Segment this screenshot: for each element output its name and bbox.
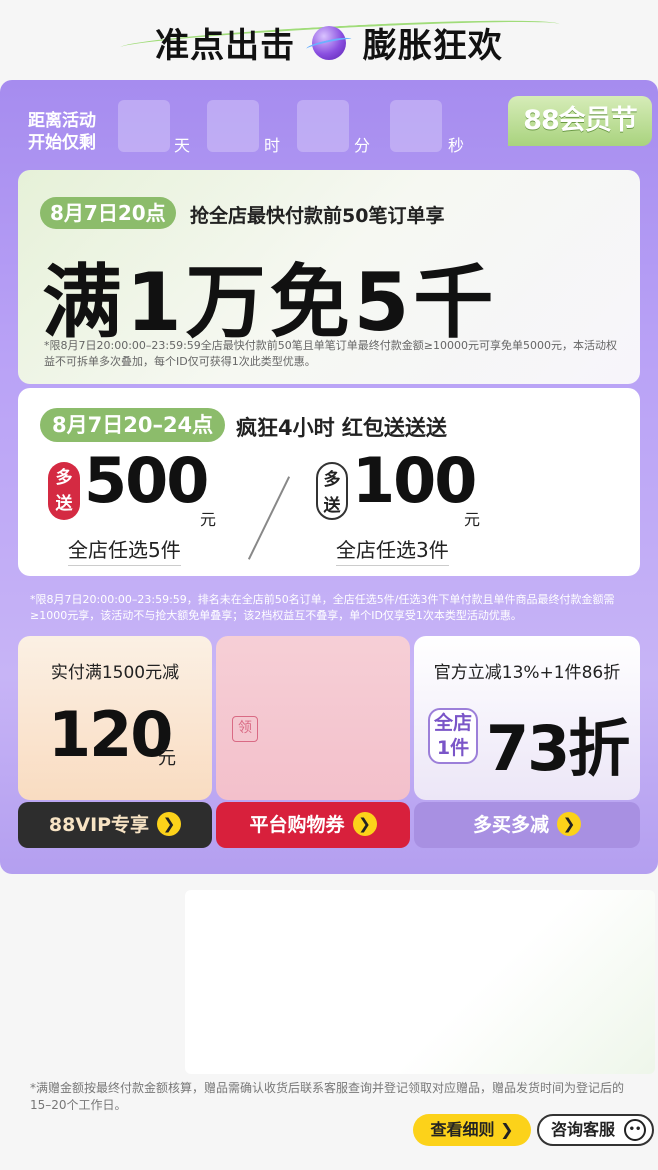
page-title: 准点出击 膨胀狂欢 bbox=[0, 18, 658, 67]
coupon-tile[interactable]: 领 bbox=[216, 636, 410, 800]
header: 准点出击 膨胀狂欢 bbox=[0, 0, 658, 80]
countdown-label-line1: 距离活动 bbox=[28, 111, 96, 131]
tile3-badge-line1: 全店 bbox=[433, 712, 472, 734]
countdown-label: 距离活动 开始仅剩 bbox=[28, 110, 96, 154]
chevron-right-icon: ❯ bbox=[500, 1120, 514, 1139]
offer1-badge: 多送 bbox=[48, 462, 80, 520]
vip-exclusive-button[interactable]: 88VIP专享 ❯ bbox=[18, 802, 212, 848]
card2-description: 疯狂4小时 红包送送送 bbox=[236, 416, 447, 440]
card1-terms-note: *限8月7日20:00:00–23:59:59全店最快付款前50笔且单笔订单最终… bbox=[44, 339, 618, 368]
platform-coupon-button-label: 平台购物券 bbox=[249, 814, 345, 836]
customer-service-label: 咨询客服 bbox=[551, 1120, 616, 1139]
countdown-hours-box bbox=[207, 100, 259, 152]
chevron-right-icon: ❯ bbox=[352, 812, 377, 836]
offer2-badge: 多送 bbox=[316, 462, 348, 520]
tile1-unit: 元 bbox=[158, 748, 176, 769]
countdown-unit-hours: 时 bbox=[264, 136, 281, 155]
offer2-subtitle: 全店任选3件 bbox=[336, 534, 449, 566]
claim-coupon-icon[interactable]: 领 bbox=[232, 716, 258, 742]
card2-time-pill: 8月7日20–24点 bbox=[40, 408, 226, 442]
chevron-right-icon: ❯ bbox=[557, 812, 581, 836]
offer2-amount: 100 bbox=[352, 444, 477, 517]
free-order-card[interactable]: 8月7日20点 抢全店最快付款前50笔订单享 满1万免5千 *限8月7日20:0… bbox=[18, 170, 640, 384]
countdown-days-box bbox=[118, 100, 170, 152]
multi-buy-button-label: 多买多减 bbox=[472, 814, 549, 836]
tile1-heading: 实付满1500元减 bbox=[50, 663, 180, 683]
offer1-amount: 500 bbox=[84, 444, 209, 517]
multi-buy-tile[interactable]: 官方立减13%+1件86折 全店 1件 73折 bbox=[414, 636, 640, 800]
tile3-badge: 全店 1件 bbox=[428, 708, 478, 764]
countdown-unit-minutes: 分 bbox=[354, 136, 371, 155]
footer-note: *满赠金额按最终付款金额核算，赠品需确认收货后联系客服查询并登记领取对应赠品，赠… bbox=[30, 1081, 625, 1112]
countdown-seconds-box bbox=[390, 100, 442, 152]
offer1-subtitle: 全店任选5件 bbox=[68, 534, 181, 566]
countdown-minutes-box bbox=[297, 100, 349, 152]
promo-panel: 距离活动 开始仅剩 天 时 分 秒 88会员节 8月7日20点 抢全店最快付款前… bbox=[0, 80, 658, 874]
vip-exclusive-button-label: 88VIP专享 bbox=[48, 814, 150, 836]
smiley-face-icon: •• bbox=[624, 1119, 646, 1141]
view-details-label: 查看细则 bbox=[430, 1120, 495, 1139]
vip-festival-tag: 88会员节 bbox=[508, 96, 652, 146]
tile3-heading: 官方立减13%+1件86折 bbox=[433, 663, 621, 683]
tile3-discount: 73折 bbox=[486, 712, 630, 785]
card1-description: 抢全店最快付款前50笔订单享 bbox=[190, 205, 445, 227]
countdown-label-line2: 开始仅剩 bbox=[28, 133, 96, 153]
card1-headline: 满1万免5千 bbox=[42, 256, 498, 349]
title-right: 膨胀狂欢 bbox=[362, 26, 503, 66]
offer2-unit: 元 bbox=[464, 510, 481, 529]
countdown-unit-days: 天 bbox=[174, 136, 191, 155]
offer-divider bbox=[247, 476, 291, 560]
title-left: 准点出击 bbox=[155, 26, 296, 66]
planet-orb-icon bbox=[312, 25, 346, 60]
offer1-unit: 元 bbox=[200, 510, 217, 529]
platform-coupon-button[interactable]: 平台购物券 ❯ bbox=[216, 802, 410, 848]
customer-service-button[interactable]: 咨询客服 •• bbox=[537, 1114, 654, 1146]
card1-time-pill: 8月7日20点 bbox=[40, 197, 176, 229]
vip-discount-tile[interactable]: 实付满1500元减 120 元 bbox=[18, 636, 212, 800]
tile1-amount: 120 bbox=[48, 698, 173, 771]
chevron-right-icon: ❯ bbox=[157, 812, 182, 836]
tile3-badge-line2: 1件 bbox=[436, 737, 470, 759]
countdown-unit-seconds: 秒 bbox=[448, 136, 465, 155]
red-packet-card[interactable]: 8月7日20–24点 疯狂4小时 红包送送送 多送 500 元 全店任选5件 多… bbox=[18, 388, 640, 576]
blank-content-panel bbox=[185, 890, 655, 1074]
multi-buy-button[interactable]: 多买多减 ❯ bbox=[414, 802, 640, 848]
card2-terms-note: *限8月7日20:00:00–23:59:59，排名未在全店前50名订单，全店任… bbox=[30, 593, 615, 622]
view-details-button[interactable]: 查看细则 ❯ bbox=[413, 1114, 531, 1146]
